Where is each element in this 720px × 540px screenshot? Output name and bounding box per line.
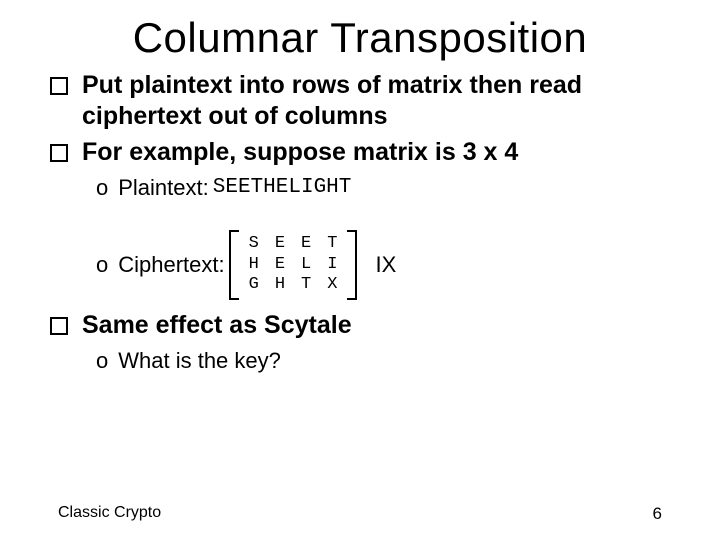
matrix-cell: H — [241, 255, 267, 275]
matrix-cell: T — [319, 234, 345, 254]
matrix-cell: I — [319, 255, 345, 275]
footer-left: Classic Crypto — [58, 504, 161, 524]
page-number: 6 — [653, 504, 662, 524]
slide-title: Columnar Transposition — [0, 14, 720, 62]
matrix-cell: T — [293, 275, 319, 295]
matrix-cell: H — [267, 275, 293, 295]
plaintext-value: SEETHELIGHT — [213, 174, 352, 201]
square-bullet-icon — [50, 77, 68, 95]
footer: Classic Crypto 6 — [0, 504, 720, 524]
key-question: What is the key? — [118, 347, 281, 376]
subbullet-ciphertext: o Ciphertext: S E E T H E L I — [96, 230, 670, 299]
matrix-cell: E — [267, 255, 293, 275]
square-bullet-icon — [50, 144, 68, 162]
o-bullet-icon: o — [96, 251, 108, 280]
bullet-3-text: Same effect as Scytale — [82, 310, 352, 341]
matrix-cell: X — [319, 275, 345, 295]
o-bullet-icon: o — [96, 347, 108, 376]
plaintext-label: Plaintext: — [118, 174, 209, 203]
matrix-cell: S — [241, 234, 267, 254]
matrix: S E E T H E L I G H T X — [229, 230, 358, 299]
slide: Columnar Transposition Put plaintext int… — [0, 14, 720, 540]
bullet-2: For example, suppose matrix is 3 x 4 — [50, 137, 670, 168]
square-bullet-icon — [50, 317, 68, 335]
matrix-cell: G — [241, 275, 267, 295]
subbullet-plaintext: o Plaintext: SEETHELIGHT — [96, 174, 670, 203]
bullet-1-text: Put plaintext into rows of matrix then r… — [82, 70, 670, 133]
subbullet-key: o What is the key? — [96, 347, 670, 376]
bullet-3: Same effect as Scytale — [50, 310, 670, 341]
bullet-2-text: For example, suppose matrix is 3 x 4 — [82, 137, 518, 168]
matrix-cell: L — [293, 255, 319, 275]
matrix-cell: E — [267, 234, 293, 254]
matrix-row: G H T X — [241, 275, 346, 295]
matrix-cell: E — [293, 234, 319, 254]
matrix-row: H E L I — [241, 255, 346, 275]
o-bullet-icon: o — [96, 174, 108, 203]
ciphertext-trail: IX — [375, 251, 396, 280]
ciphertext-label: Ciphertext: — [118, 251, 224, 280]
matrix-row: S E E T — [241, 234, 346, 254]
bullet-1: Put plaintext into rows of matrix then r… — [50, 70, 670, 133]
slide-content: Put plaintext into rows of matrix then r… — [50, 70, 670, 375]
matrix-table: S E E T H E L I G H T X — [241, 234, 346, 295]
